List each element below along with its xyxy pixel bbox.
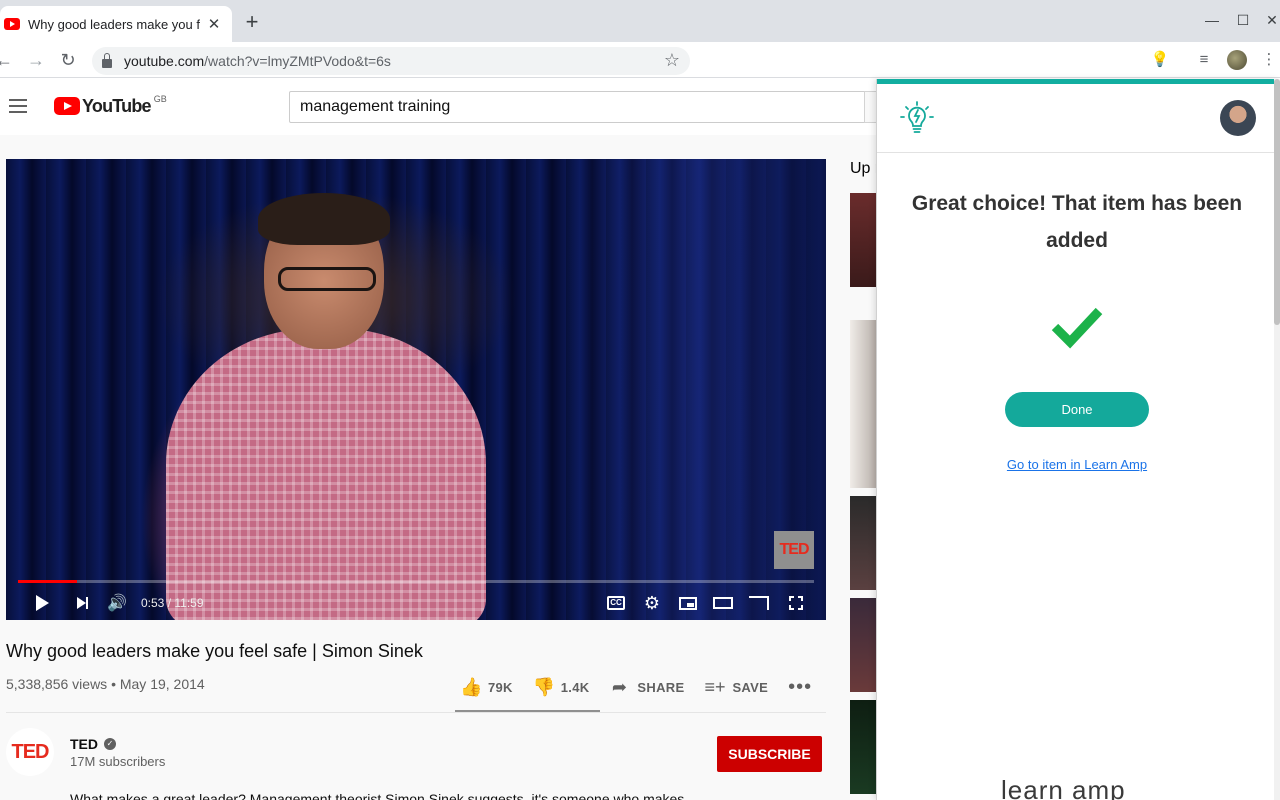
reload-icon[interactable]: ↻	[58, 50, 78, 70]
video-thumbnail[interactable]	[850, 700, 876, 794]
subscriber-count: 17M subscribers	[70, 754, 166, 769]
minimize-icon[interactable]: —	[1204, 12, 1220, 28]
thumbs-up-icon: 👍	[460, 676, 483, 697]
address-bar[interactable]: youtube.com/watch?v=lmyZMtPVodo&t=6s ☆	[92, 47, 690, 75]
playlist-add-icon: ≡+	[704, 676, 726, 697]
video-actions: 👍 79K 👎 1.4K ➦ SHARE ≡+ SAVE •••	[460, 675, 812, 699]
kebab-menu-icon[interactable]: ⋮	[1259, 50, 1279, 70]
play-icon[interactable]	[34, 591, 50, 615]
checkmark-icon	[1051, 307, 1103, 349]
fullscreen-icon[interactable]	[786, 591, 806, 615]
browser-tab[interactable]: Why good leaders make you f ✕	[0, 6, 232, 42]
video-thumbnail[interactable]	[850, 496, 876, 590]
captions-icon[interactable]: CC	[606, 591, 626, 615]
up-next-label: Up next	[850, 160, 876, 177]
done-button[interactable]: Done	[1005, 392, 1149, 427]
save-button[interactable]: ≡+ SAVE	[704, 677, 768, 698]
logo-text: YouTube	[82, 96, 152, 116]
like-button[interactable]: 👍 79K	[460, 677, 513, 698]
verified-check-icon: ✓	[104, 738, 116, 750]
cast-icon[interactable]	[748, 591, 770, 615]
volume-icon[interactable]: 🔊	[106, 591, 128, 615]
video-meta: 5,338,856 views • May 19, 2014	[6, 676, 205, 692]
speaker-body	[166, 329, 486, 620]
video-title: Why good leaders make you feel safe | Si…	[6, 641, 423, 661]
progress-bar[interactable]	[18, 580, 814, 583]
video-thumbnail[interactable]	[850, 320, 876, 488]
video-thumbnail[interactable]	[850, 598, 876, 692]
progress-fill	[18, 580, 77, 583]
speaker-hair	[258, 193, 390, 245]
youtube-favicon-icon	[4, 18, 20, 30]
like-count: 79K	[488, 679, 513, 695]
hamburger-menu-icon[interactable]	[9, 99, 27, 113]
search-input[interactable]: management training	[289, 91, 865, 123]
lock-icon	[102, 52, 112, 68]
tab-strip: Why good leaders make you f ✕ + — ☐ ✕	[0, 0, 1280, 42]
youtube-play-logo-icon	[54, 97, 80, 115]
user-avatar[interactable]	[1220, 100, 1256, 136]
url-host: youtube.com	[124, 53, 205, 69]
region-code: GB	[153, 94, 167, 104]
lightbulb-icon	[900, 101, 934, 133]
media-queue-icon[interactable]: ≡	[1194, 50, 1214, 70]
learn-amp-extension-icon[interactable]: 💡	[1150, 50, 1170, 70]
next-icon[interactable]	[74, 591, 90, 615]
channel-avatar[interactable]: TED	[6, 728, 54, 776]
url-path: /watch?v=lmyZMtPVodo&t=6s	[204, 53, 391, 69]
page-scrollbar[interactable]	[1274, 79, 1280, 800]
save-label: SAVE	[732, 679, 769, 695]
dislike-button[interactable]: 👎 1.4K	[533, 677, 590, 698]
scrollbar-thumb[interactable]	[1274, 79, 1280, 325]
ted-watermark: TED	[774, 531, 814, 569]
tab-title: Why good leaders make you f	[28, 16, 200, 32]
learn-amp-panel: Great choice! That item has been added D…	[876, 79, 1279, 800]
video-description: What makes a great leader? Management th…	[70, 791, 685, 800]
time-display: 0:53 / 11:59	[141, 596, 204, 610]
tab-close-icon[interactable]: ✕	[206, 15, 222, 33]
panel-header	[877, 84, 1279, 153]
channel-name-text: TED	[70, 736, 98, 752]
more-options-icon[interactable]: •••	[788, 676, 812, 699]
profile-avatar[interactable]	[1227, 50, 1247, 70]
close-icon[interactable]: ✕	[1264, 12, 1280, 28]
share-label: SHARE	[637, 679, 685, 695]
learn-amp-logo: learn amp	[1001, 775, 1126, 800]
confirmation-heading: Great choice! That item has been added	[911, 192, 1243, 252]
gear-icon[interactable]: ⚙	[642, 591, 662, 615]
dislike-count: 1.4K	[560, 679, 590, 695]
subscribe-button[interactable]: SUBSCRIBE	[717, 736, 822, 772]
share-arrow-icon: ➦	[611, 676, 627, 697]
maximize-icon[interactable]: ☐	[1235, 12, 1251, 28]
channel-name[interactable]: TED ✓	[70, 736, 116, 752]
thumbs-down-icon: 👎	[532, 676, 556, 697]
video-player[interactable]: TED 🔊 0:53 / 11:59 CC ⚙	[6, 159, 826, 620]
browser-toolbar: ← → ↻ youtube.com/watch?v=lmyZMtPVodo&t=…	[0, 42, 1280, 78]
sentiment-bar	[455, 710, 600, 712]
speaker-glasses	[278, 267, 376, 291]
forward-arrow-icon[interactable]: →	[26, 50, 46, 70]
new-tab-button[interactable]: +	[242, 11, 262, 33]
star-icon[interactable]: ☆	[664, 50, 680, 71]
share-button[interactable]: ➦ SHARE	[609, 677, 684, 698]
miniplayer-icon[interactable]	[678, 591, 698, 615]
divider	[6, 712, 826, 713]
go-to-item-link[interactable]: Go to item in Learn Amp	[897, 457, 1257, 472]
video-thumbnail[interactable]	[850, 193, 876, 287]
back-arrow-icon[interactable]: ←	[0, 50, 14, 70]
youtube-logo[interactable]: YouTube GB	[54, 94, 167, 116]
theater-mode-icon[interactable]	[713, 591, 733, 615]
